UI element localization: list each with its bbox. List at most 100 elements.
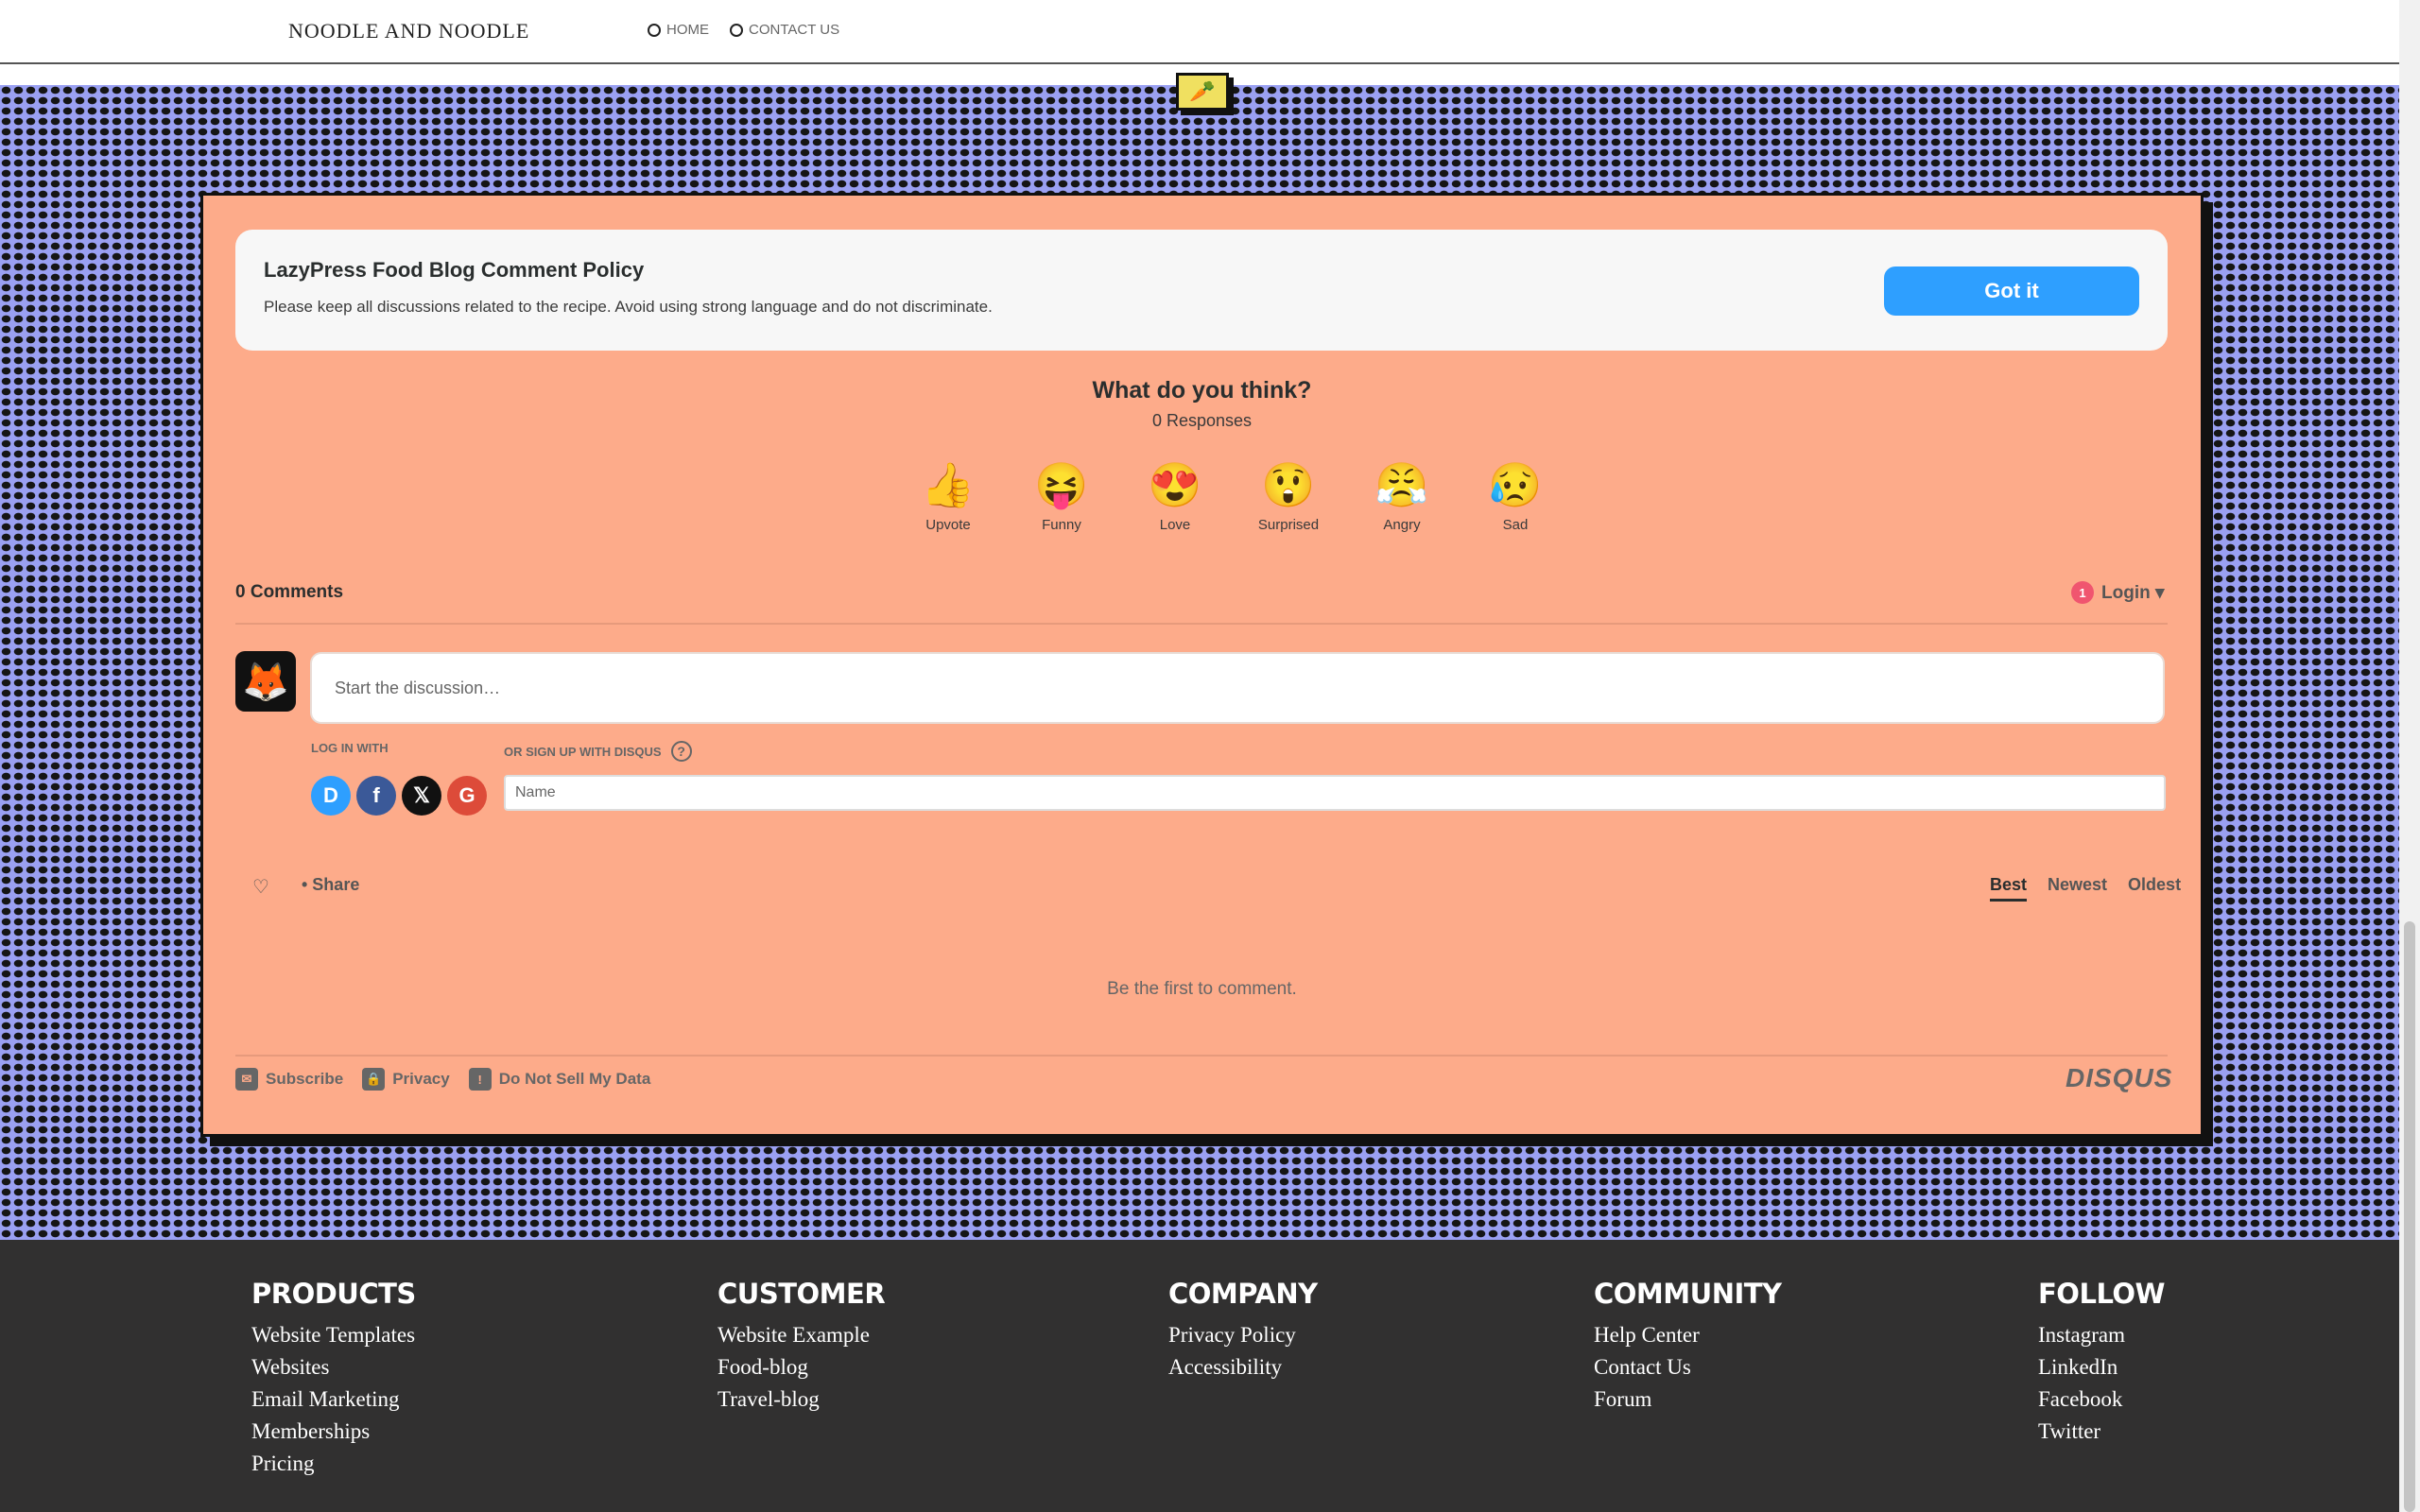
love-emoji-icon: 😍 bbox=[1148, 460, 1202, 509]
footer-link[interactable]: Email Marketing bbox=[251, 1383, 416, 1416]
footer-link-label: Privacy bbox=[392, 1070, 450, 1088]
funny-emoji-icon: 😝 bbox=[1034, 460, 1089, 509]
nav-contact-us[interactable]: CONTACT US bbox=[730, 22, 839, 38]
disqus-logo[interactable]: DISQUS bbox=[2066, 1063, 2172, 1093]
reaction-label: Angry bbox=[1383, 517, 1421, 533]
sort-tab-newest[interactable]: Newest bbox=[2048, 875, 2107, 902]
mail-icon: ✉ bbox=[235, 1068, 258, 1091]
x-login-icon[interactable]: 𝕏 bbox=[402, 776, 441, 816]
footer-link[interactable]: Twitter bbox=[2038, 1416, 2165, 1448]
divider bbox=[235, 1055, 2168, 1057]
main-nav: HOME CONTACT US bbox=[648, 22, 839, 38]
surprised-emoji-icon: 😲 bbox=[1261, 460, 1316, 509]
footer-link[interactable]: Website Templates bbox=[251, 1319, 416, 1351]
alert-icon: ! bbox=[468, 1068, 492, 1091]
signup-with-label: OR SIGN UP WITH DISQUS ? bbox=[504, 741, 692, 762]
footer-column-products: PRODUCTS Website Templates Websites Email M… bbox=[251, 1278, 416, 1480]
facebook-login-icon[interactable]: f bbox=[356, 776, 396, 816]
reaction-angry[interactable]: 😤 Angry bbox=[1345, 458, 1459, 533]
social-login-buttons: Df𝕏G bbox=[311, 776, 487, 816]
footer-link[interactable]: LinkedIn bbox=[2038, 1351, 2165, 1383]
reaction-surprised[interactable]: 😲 Surprised bbox=[1232, 458, 1345, 533]
reactions-bar: 👍 Upvote 😝 Funny 😍 Love 😲 Surprised 😤 Angry 😥 Sad bbox=[891, 458, 1572, 533]
footer-column-heading: COMMUNITY bbox=[1594, 1278, 1782, 1310]
comments-count: 0 Comments bbox=[235, 582, 344, 602]
google-login-icon[interactable]: G bbox=[447, 776, 487, 816]
footer-column-customer: CUSTOMER Website Example Food-blog Travel-b… bbox=[717, 1278, 886, 1416]
sort-tabs: Best Newest Oldest bbox=[1990, 875, 2181, 902]
comment-policy-banner: LazyPress Food Blog Comment Policy Pleas… bbox=[235, 230, 2168, 351]
footer-column-heading: PRODUCTS bbox=[251, 1278, 416, 1310]
disqus-footer-links: ✉ Subscribe 🔒 Privacy! Do Not Sell My Data bbox=[235, 1068, 650, 1091]
disqus-comments-card: LazyPress Food Blog Comment Policy Pleas… bbox=[200, 193, 2208, 1137]
angry-emoji-icon: 😤 bbox=[1374, 460, 1429, 509]
site-brand[interactable]: NOODLE AND NOODLE bbox=[288, 19, 529, 43]
footer-link[interactable]: Food-blog bbox=[717, 1351, 885, 1383]
footer-link[interactable]: Help Center bbox=[1594, 1319, 1782, 1351]
reactions-question: What do you think? bbox=[1092, 377, 1312, 404]
sort-tab-oldest[interactable]: Oldest bbox=[2128, 875, 2181, 902]
footer-link-do-not-sell-my-data[interactable]: ! Do Not Sell My Data bbox=[468, 1068, 651, 1091]
share-button[interactable]: • Share bbox=[302, 875, 359, 895]
comment-box bbox=[310, 652, 2208, 724]
nav-contact-label: CONTACT US bbox=[749, 22, 840, 38]
signup-with-text: OR SIGN UP WITH DISQUS bbox=[504, 744, 662, 759]
notification-badge[interactable]: 1 bbox=[2071, 581, 2094, 604]
footer-link[interactable]: Accessibility bbox=[1168, 1351, 1318, 1383]
footer-column-heading: CUSTOMER bbox=[717, 1278, 886, 1310]
responses-count: 0 Responses bbox=[1151, 411, 1253, 430]
footer-link-label: Subscribe bbox=[266, 1070, 344, 1088]
footer-link[interactable]: Travel-blog bbox=[717, 1383, 885, 1416]
reaction-label: Surprised bbox=[1257, 517, 1320, 533]
reaction-label: Upvote bbox=[925, 517, 971, 533]
footer-column-follow: FOLLOW Instagram LinkedIn Facebook Twitter bbox=[2038, 1278, 2166, 1448]
nav-home-label: HOME bbox=[666, 22, 709, 38]
site-footer: PRODUCTS Website Templates Websites Email M… bbox=[0, 1240, 2399, 1512]
footer-link[interactable]: Pricing bbox=[251, 1448, 416, 1480]
footer-link[interactable]: Instagram bbox=[2038, 1319, 2165, 1351]
policy-text: Please keep all discussions related to t… bbox=[264, 298, 993, 316]
nav-home[interactable]: HOME bbox=[648, 22, 709, 38]
footer-link[interactable]: Contact Us bbox=[1594, 1351, 1782, 1383]
footer-link[interactable]: Memberships bbox=[251, 1416, 416, 1448]
disqus-login-icon[interactable]: D bbox=[311, 776, 351, 816]
scrollbar-thumb[interactable] bbox=[2404, 921, 2415, 1512]
footer-link[interactable]: Forum bbox=[1594, 1383, 1782, 1416]
login-with-label: LOG IN WITH bbox=[311, 741, 389, 755]
sort-tab-best[interactable]: Best bbox=[1990, 875, 2028, 902]
footer-column-community: COMMUNITY Help Center Contact Us Forum bbox=[1594, 1278, 1782, 1416]
footer-link[interactable]: Website Example bbox=[717, 1319, 885, 1351]
got-it-button[interactable]: Got it bbox=[1884, 266, 2139, 316]
name-input[interactable] bbox=[504, 775, 2166, 811]
help-icon[interactable]: ? bbox=[670, 741, 692, 762]
login-label: Login ▾ bbox=[2101, 582, 2165, 603]
policy-title: LazyPress Food Blog Comment Policy bbox=[264, 258, 645, 282]
footer-column-company: COMPANY Privacy Policy Accessibility bbox=[1168, 1278, 1318, 1383]
footer-link[interactable]: Privacy Policy bbox=[1168, 1319, 1318, 1351]
carrot-icon: 🥕 bbox=[1176, 73, 1229, 111]
empty-comments-message: Be the first to comment. bbox=[1107, 979, 1297, 999]
sad-emoji-icon: 😥 bbox=[1488, 460, 1543, 509]
footer-column-heading: FOLLOW bbox=[2038, 1278, 2166, 1310]
reaction-funny[interactable]: 😝 Funny bbox=[1005, 458, 1118, 533]
divider bbox=[235, 623, 2168, 625]
footer-link-privacy[interactable]: 🔒 Privacy bbox=[362, 1068, 450, 1091]
footer-link[interactable]: Websites bbox=[251, 1351, 416, 1383]
footer-column-heading: COMPANY bbox=[1168, 1278, 1318, 1310]
circle-icon bbox=[730, 23, 743, 37]
reaction-label: Love bbox=[1159, 517, 1191, 533]
heart-icon[interactable]: ♡ bbox=[252, 875, 269, 899]
footer-link-label: Do Not Sell My Data bbox=[498, 1070, 651, 1088]
upvote-emoji-icon: 👍 bbox=[921, 460, 976, 509]
reaction-love[interactable]: 😍 Love bbox=[1118, 458, 1232, 533]
start-discussion-input[interactable] bbox=[312, 654, 2208, 722]
footer-link[interactable]: Facebook bbox=[2038, 1383, 2165, 1416]
lock-icon: 🔒 bbox=[362, 1068, 386, 1091]
reaction-label: Funny bbox=[1042, 517, 1081, 533]
footer-link-subscribe[interactable]: ✉ Subscribe bbox=[235, 1068, 343, 1091]
reaction-sad[interactable]: 😥 Sad bbox=[1459, 458, 1572, 533]
login-dropdown[interactable]: 1 Login ▾ bbox=[2071, 581, 2165, 604]
reaction-upvote[interactable]: 👍 Upvote bbox=[891, 458, 1005, 533]
reaction-label: Sad bbox=[1502, 517, 1529, 533]
circle-icon bbox=[648, 23, 661, 37]
